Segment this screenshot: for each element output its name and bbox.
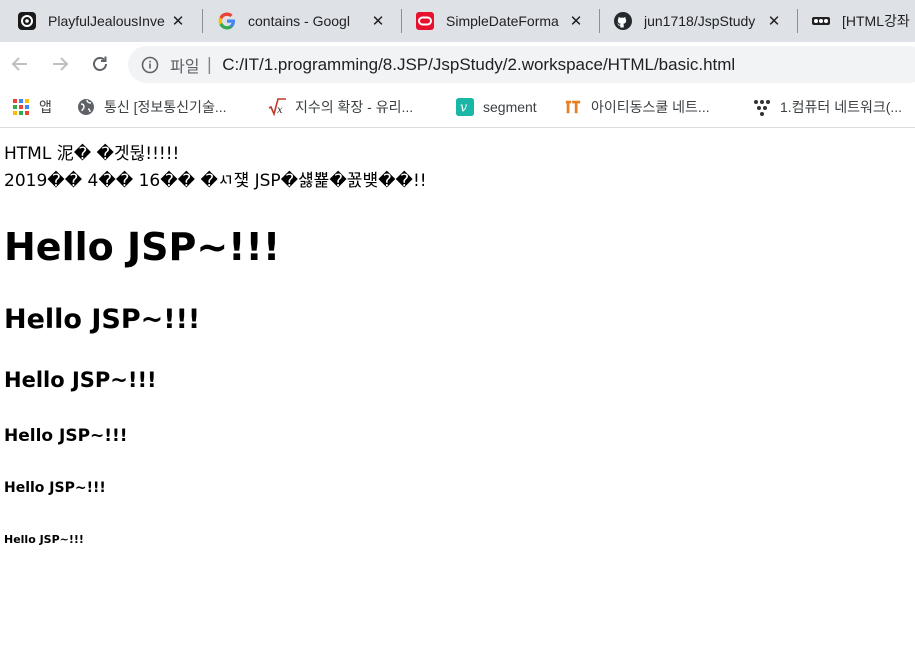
- heading-h5: Hello JSP~!!!: [4, 480, 106, 496]
- heading-h2: Hello JSP~!!!: [4, 304, 201, 335]
- tab-google[interactable]: contains - Googl ✕: [200, 0, 386, 42]
- svg-text:v: v: [460, 100, 467, 115]
- heading-h3: Hello JSP~!!!: [4, 368, 157, 392]
- heading-h6: Hello JSP~!!!: [4, 533, 84, 546]
- bookmark-telecom[interactable]: 통신 [정보통신기술...: [77, 87, 227, 127]
- browser-toolbar: 파일 | C:/IT/1.programming/8.JSP/JspStudy/…: [0, 42, 915, 87]
- tab-goop[interactable]: [HTML강좌: [794, 0, 915, 42]
- it-logo-icon: [564, 98, 582, 116]
- bookmark-network[interactable]: 1.컴퓨터 네트워크(...: [753, 87, 902, 127]
- tab-strip: PlayfulJealousInve ✕ contains - Googl ✕ …: [0, 0, 915, 42]
- bookmark-label: segment: [483, 99, 537, 115]
- close-icon[interactable]: ✕: [568, 12, 584, 30]
- bookmark-itdong[interactable]: 아이티동스쿨 네트...: [564, 87, 710, 127]
- bookmarks-bar: 앱 통신 [정보통신기술... x 지수의 확장 - 유리... v segme…: [0, 87, 915, 128]
- oracle-icon: [416, 12, 434, 30]
- heading-h4: Hello JSP~!!!: [4, 426, 128, 446]
- url-separator: |: [206, 54, 213, 75]
- address-bar[interactable]: 파일 | C:/IT/1.programming/8.JSP/JspStudy/…: [128, 46, 915, 83]
- tab-oracle[interactable]: SimpleDateForma ✕: [398, 0, 584, 42]
- network-icon: [753, 98, 771, 116]
- garbled-date-text: 2019�� 4�� 16�� �ㅺ쟻 JSP�섏뾽�꾨뱾��!!: [4, 171, 427, 191]
- tab-title: SimpleDateForma: [446, 13, 559, 29]
- close-icon[interactable]: ✕: [766, 12, 782, 30]
- tab-title: [HTML강좌: [842, 13, 910, 29]
- replit-icon: [18, 12, 36, 30]
- vimeo-icon: v: [456, 98, 474, 116]
- google-icon: [218, 12, 236, 30]
- arrow-right-icon: [53, 57, 69, 71]
- bookmark-label: 통신 [정보통신기술...: [104, 99, 227, 115]
- svg-text:x: x: [277, 105, 283, 116]
- url-scheme-label: 파일: [170, 58, 200, 76]
- bookmark-apps[interactable]: 앱: [12, 87, 52, 127]
- tab-title: jun1718/JspStudy: [644, 13, 756, 29]
- globe-icon: [77, 98, 95, 116]
- apps-grid-icon: [12, 98, 30, 116]
- arrow-left-icon: [11, 57, 27, 71]
- forward-button[interactable]: [46, 50, 74, 78]
- tab-github[interactable]: jun1718/JspStudy ✕: [596, 0, 782, 42]
- github-icon: [614, 12, 632, 30]
- bookmark-label: 앱: [39, 99, 52, 115]
- bookmark-label: 1.컴퓨터 네트워크(...: [780, 99, 903, 115]
- garbled-title-text: HTML 泥� �겟뒪!!!!!: [4, 144, 180, 164]
- tab-title: PlayfulJealousInve: [48, 13, 165, 29]
- goop-icon: [812, 12, 830, 30]
- reload-button[interactable]: [86, 50, 114, 78]
- bookmark-exponent[interactable]: x 지수의 확장 - 유리...: [268, 87, 413, 127]
- heading-h1: Hello JSP~!!!: [4, 225, 281, 269]
- sqrt-x-icon: x: [268, 98, 286, 116]
- bookmark-label: 아이티동스쿨 네트...: [591, 99, 710, 115]
- bookmark-label: 지수의 확장 - 유리...: [295, 99, 414, 115]
- info-icon[interactable]: [141, 56, 159, 74]
- close-icon[interactable]: ✕: [370, 12, 386, 30]
- page-content: HTML 泥� �겟뒪!!!!! 2019�� 4�� 16�� �ㅺ쟻 JSP…: [0, 128, 915, 655]
- close-icon[interactable]: ✕: [170, 12, 186, 30]
- tab-title: contains - Googl: [248, 13, 350, 29]
- tab-replit[interactable]: PlayfulJealousInve ✕: [0, 0, 186, 42]
- back-button[interactable]: [6, 50, 34, 78]
- reload-icon: [93, 56, 107, 71]
- url-text[interactable]: C:/IT/1.programming/8.JSP/JspStudy/2.wor…: [222, 55, 735, 75]
- bookmark-segment[interactable]: v segment: [456, 87, 537, 127]
